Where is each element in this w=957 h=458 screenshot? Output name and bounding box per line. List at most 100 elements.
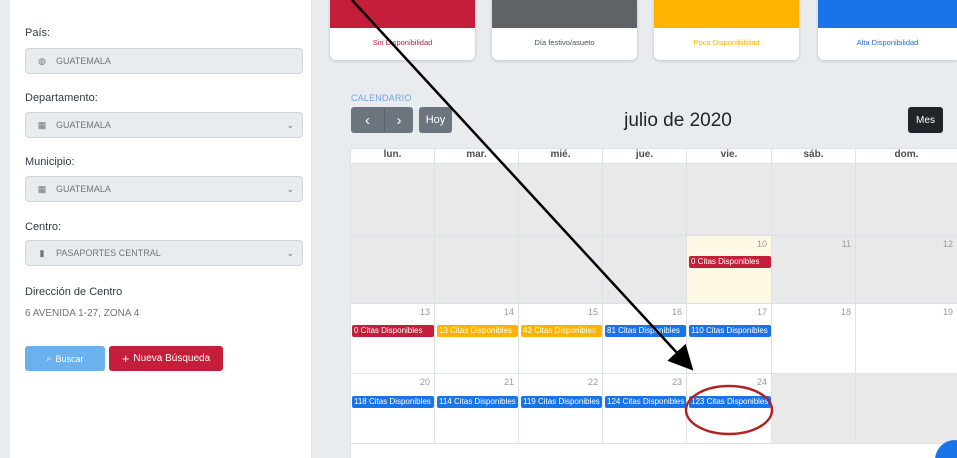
event-availability[interactable]: 43 Citas Disponibles <box>521 325 602 337</box>
event-availability[interactable]: 13 Citas Disponibles <box>437 325 518 337</box>
day-number: 22 <box>587 377 598 387</box>
map-icon: ▦ <box>37 183 47 194</box>
day-cell-21[interactable]: 21 <box>435 374 519 444</box>
week-row <box>350 444 957 458</box>
day-cell-20[interactable]: 20 <box>350 374 435 444</box>
today-label: Hoy <box>425 114 446 126</box>
day-cell-14[interactable]: 14 <box>435 304 519 374</box>
day-cell-23[interactable]: 23 <box>603 374 687 444</box>
day-cell <box>856 164 957 236</box>
event-availability[interactable]: 124 Citas Disponibles <box>605 396 686 408</box>
weekday-header-fri: vie. <box>687 148 772 164</box>
today-button[interactable]: Hoy <box>419 107 452 133</box>
plus-icon: + <box>121 351 130 366</box>
day-cell-18[interactable]: 18 <box>772 304 856 374</box>
departamento-label: Departamento: <box>25 92 98 104</box>
day-number: 16 <box>671 307 682 317</box>
event-availability[interactable]: 114 Citas Disponibles <box>437 396 518 408</box>
event-availability[interactable]: 119 Citas Disponibles <box>521 396 602 408</box>
municipio-label: Municipio: <box>25 156 75 168</box>
chevron-down-icon: ⌄ <box>286 119 294 130</box>
day-cell <box>519 236 603 304</box>
day-cell-10[interactable]: 10 <box>687 236 772 304</box>
legend-alta-disponibilidad: Alta Disponibilidad <box>818 0 957 60</box>
municipio-select[interactable]: ▦ GUATEMALA ⌄ <box>25 176 303 202</box>
centro-select[interactable]: ▮ PASAPORTES CENTRAL ⌄ <box>25 240 303 266</box>
weekday-header-sun: dom. <box>856 148 957 164</box>
legend-dia-festivo: Día festivo/asueto <box>492 0 637 60</box>
day-number: 10 <box>756 239 767 249</box>
day-cell-15[interactable]: 15 <box>519 304 603 374</box>
legend-label: Poca Disponibilidad <box>693 38 760 47</box>
pais-field: ◍ GUATEMALA <box>25 48 303 74</box>
day-cell <box>350 164 435 236</box>
event-availability[interactable]: 118 Citas Disponibles <box>352 396 434 408</box>
day-cell <box>435 236 519 304</box>
day-number: 19 <box>942 307 953 317</box>
direccion-label: Dirección de Centro <box>25 286 123 298</box>
day-cell <box>687 164 772 236</box>
centro-value: PASAPORTES CENTRAL <box>56 248 161 258</box>
weekday-header-sat: sáb. <box>772 148 856 164</box>
month-view-label: Mes <box>916 114 935 126</box>
municipio-value: GUATEMALA <box>56 184 111 194</box>
day-cell <box>519 164 603 236</box>
day-cell <box>603 236 687 304</box>
day-cell-19[interactable]: 19 <box>856 304 957 374</box>
legend-poca-disponibilidad: Poca Disponibilidad <box>654 0 799 60</box>
legend-color-bar <box>330 0 475 28</box>
day-cell-22[interactable]: 22 <box>519 374 603 444</box>
day-number: 13 <box>419 307 430 317</box>
prev-month-button[interactable]: ‹ <box>351 107 384 133</box>
search-form-panel: País: ◍ GUATEMALA Departamento: ▦ GUATEM… <box>10 0 312 458</box>
map-icon: ▦ <box>37 119 47 130</box>
month-view-button[interactable]: Mes <box>908 107 943 133</box>
search-icon: ⌕ <box>46 353 52 363</box>
legend-label: Día festivo/asueto <box>534 38 595 47</box>
event-availability[interactable]: 81 Citas Disponibles <box>605 325 686 337</box>
day-cell <box>772 164 856 236</box>
event-availability[interactable]: 0 Citas Disponibles <box>352 325 434 337</box>
centro-label: Centro: <box>25 221 62 233</box>
legend-sin-disponibilidad: Sin Disponibilidad <box>330 0 475 60</box>
day-cell-24[interactable]: 24 <box>687 374 772 444</box>
day-cell <box>350 236 435 304</box>
departamento-select[interactable]: ▦ GUATEMALA ⌄ <box>25 112 303 138</box>
calendar-caption: CALENDARIO <box>351 93 412 103</box>
day-number: 15 <box>587 307 598 317</box>
day-cell-17[interactable]: 17 <box>687 304 772 374</box>
day-cell-13[interactable]: 13 <box>350 304 435 374</box>
chevron-left-icon: ‹ <box>365 111 370 129</box>
weekday-header-mon: lun. <box>350 148 435 164</box>
day-cell-16[interactable]: 16 <box>603 304 687 374</box>
weekday-header-tue: mar. <box>435 148 519 164</box>
direccion-value: 6 AVENIDA 1-27, ZONA 4 <box>25 308 140 319</box>
chevron-down-icon: ⌄ <box>286 183 294 194</box>
legend-label: Sin Disponibilidad <box>372 38 433 47</box>
day-number: 14 <box>503 307 514 317</box>
day-number: 17 <box>756 307 767 317</box>
day-cell <box>603 164 687 236</box>
day-number: 18 <box>840 307 851 317</box>
event-availability[interactable]: 123 Citas Disponibles <box>689 396 771 408</box>
next-month-button[interactable]: › <box>384 107 413 133</box>
legend-color-bar <box>654 0 799 28</box>
event-availability[interactable]: 0 Citas Disponibles <box>689 256 771 268</box>
legend-color-bar <box>818 0 957 28</box>
chevron-right-icon: › <box>396 111 402 129</box>
weekday-header-wed: mié. <box>519 148 603 164</box>
legend-color-bar <box>492 0 637 28</box>
event-availability[interactable]: 110 Citas Disponibles <box>689 325 771 337</box>
day-cell <box>435 164 519 236</box>
buscar-button[interactable]: ⌕ Buscar <box>25 346 105 371</box>
day-cell <box>772 374 856 444</box>
day-number: 12 <box>942 239 953 249</box>
pais-value: GUATEMALA <box>56 56 111 66</box>
weekday-header-thu: jue. <box>603 148 687 164</box>
day-number: 11 <box>841 239 851 249</box>
nueva-busqueda-button[interactable]: + Nueva Búsqueda <box>109 346 223 371</box>
day-cell <box>856 374 957 444</box>
nueva-busqueda-label: Nueva Búsqueda <box>133 353 211 364</box>
chevron-down-icon: ⌄ <box>286 247 294 258</box>
globe-icon: ◍ <box>38 55 46 66</box>
